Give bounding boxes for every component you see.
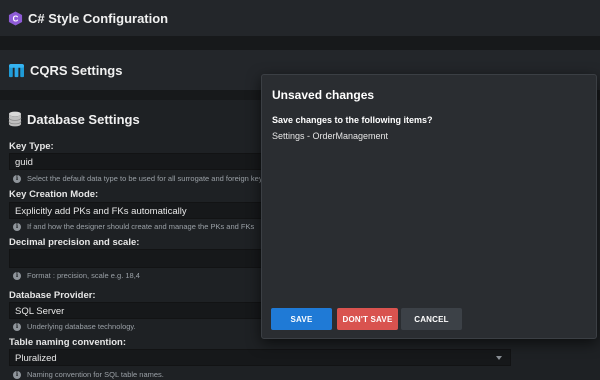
csharp-section-title: C# Style Configuration <box>28 10 169 26</box>
cancel-button[interactable]: CANCEL <box>401 308 462 330</box>
cqrs-logo-icon <box>8 63 25 78</box>
database-provider-value: SQL Server <box>15 306 65 317</box>
info-icon: i <box>13 322 21 331</box>
key-type-hint-text: Select the default data type to be used … <box>27 174 269 183</box>
decimal-precision-label: Decimal precision and scale: <box>9 237 140 248</box>
dialog-title: Unsaved changes <box>272 88 375 102</box>
info-icon: i <box>13 271 21 280</box>
section-divider <box>0 36 600 50</box>
key-creation-mode-hint-text: If and how the designer should create an… <box>27 222 255 231</box>
csharp-logo-icon: C <box>8 10 23 26</box>
dont-save-button[interactable]: DON'T SAVE <box>337 308 398 330</box>
key-creation-mode-hint: i If and how the designer should create … <box>13 222 254 231</box>
table-naming-hint-text: Naming convention for SQL table names. <box>27 370 164 379</box>
key-creation-mode-value: Explicitly add PKs and FKs automatically <box>15 206 187 217</box>
cqrs-section-title: CQRS Settings <box>30 62 123 78</box>
table-naming-label: Table naming convention: <box>9 337 126 348</box>
svg-text:C: C <box>13 14 19 23</box>
chevron-down-icon[interactable] <box>496 356 502 360</box>
table-naming-value: Pluralized <box>15 353 57 364</box>
decimal-precision-hint: i Format : precision, scale e.g. 18,4 <box>13 271 140 280</box>
decimal-precision-hint-text: Format : precision, scale e.g. 18,4 <box>27 271 140 280</box>
save-button[interactable]: SAVE <box>271 308 332 330</box>
info-icon: i <box>13 174 21 183</box>
unsaved-changes-dialog: Unsaved changes Save changes to the foll… <box>261 74 597 339</box>
database-icon <box>8 111 22 127</box>
table-naming-select[interactable]: Pluralized <box>9 349 511 366</box>
csharp-section-header[interactable]: C C# Style Configuration <box>0 0 600 36</box>
info-icon: i <box>13 370 21 379</box>
key-type-label: Key Type: <box>9 141 54 152</box>
database-provider-hint-text: Underlying database technology. <box>27 322 136 331</box>
database-provider-label: Database Provider: <box>9 290 96 301</box>
database-provider-hint: i Underlying database technology. <box>13 322 136 331</box>
database-section-title: Database Settings <box>27 111 140 127</box>
key-type-hint: i Select the default data type to be use… <box>13 174 268 183</box>
key-creation-mode-label: Key Creation Mode: <box>9 189 99 200</box>
key-type-value: guid <box>15 157 33 168</box>
table-naming-hint: i Naming convention for SQL table names. <box>13 370 164 379</box>
dialog-item: Settings - OrderManagement <box>272 131 389 141</box>
info-icon: i <box>13 222 21 231</box>
dialog-question: Save changes to the following items? <box>272 115 433 125</box>
